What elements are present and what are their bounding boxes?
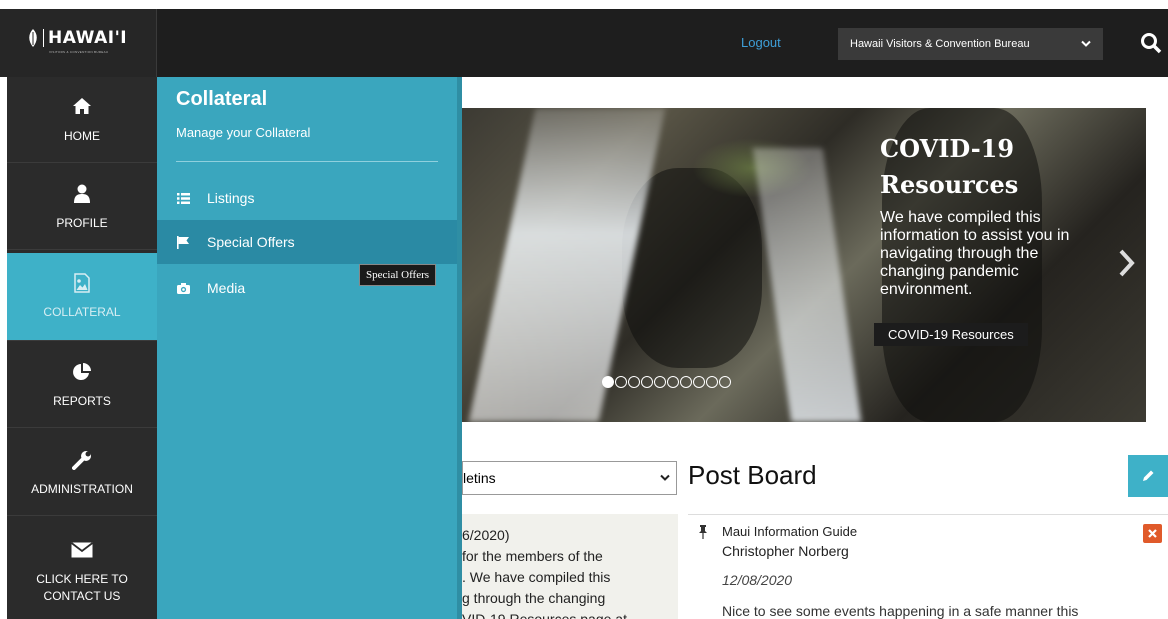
list-icon [176, 192, 190, 204]
sidebar-item-label: REPORTS [53, 394, 111, 408]
carousel-next-button[interactable] [1117, 248, 1137, 278]
sidebar-item-label: PROFILE [56, 216, 108, 230]
bulletin-select[interactable]: letins [462, 461, 677, 495]
hero-title-line-1: COVID-19 [880, 134, 1015, 163]
carousel-dot[interactable] [719, 376, 731, 388]
bulletin-card: 6/2020) for the members of the . We have… [462, 514, 678, 619]
carousel-dot[interactable] [706, 376, 718, 388]
tooltip: Special Offers [359, 264, 437, 286]
home-icon [73, 98, 91, 114]
leaf-icon [29, 29, 37, 47]
bulletin-line: . We have compiled this [462, 569, 611, 585]
sidebar-item-home[interactable]: HOME [7, 77, 157, 163]
flyout-subtitle: Manage your Collateral [176, 125, 311, 140]
hero-body-line: environment. [880, 281, 973, 298]
sidebar-item-label: CLICK HERE TO CONTACT US [7, 571, 157, 605]
carousel-dot[interactable] [628, 376, 640, 388]
post-board-title: Post Board [688, 460, 817, 490]
hero-title: COVID-19 Resources [880, 131, 1080, 203]
logout-link[interactable]: Logout [741, 35, 781, 50]
logo-area[interactable]: HAWAI'I VISITORS & CONVENTION BUREAU [0, 9, 157, 77]
sidebar-item-administration[interactable]: ADMINISTRATION [7, 430, 157, 516]
camera-icon [176, 282, 190, 294]
carousel-dot[interactable] [602, 376, 614, 388]
sidebar-item-label: COLLATERAL [43, 305, 121, 319]
carousel-dot[interactable] [667, 376, 679, 388]
wrench-icon [72, 451, 91, 470]
bulletin-line: VID-19 Resources page at [462, 611, 627, 619]
pie-chart-icon [73, 363, 91, 380]
logo[interactable]: HAWAI'I VISITORS & CONVENTION BUREAU [27, 29, 127, 54]
flyout-item-label: Special Offers [207, 234, 295, 250]
post-author: Christopher Norberg [722, 543, 849, 559]
carousel-dot[interactable] [680, 376, 692, 388]
logo-text: HAWAI'I [43, 29, 127, 47]
pin-icon [699, 525, 707, 539]
carousel-dot[interactable] [615, 376, 627, 388]
hero-title-line-2: Resources [880, 170, 1019, 199]
hero-caption: COVID-19 Resources We have compiled this… [866, 127, 1118, 353]
carousel-dot[interactable] [641, 376, 653, 388]
chevron-down-icon [1081, 40, 1091, 47]
contact-line-2: CONTACT US [43, 589, 121, 603]
flyout-item-label: Media [207, 280, 246, 296]
organization-select[interactable]: Hawaii Visitors & Convention Bureau [838, 28, 1103, 60]
delete-post-button[interactable] [1143, 524, 1162, 543]
sidebar-item-label: HOME [64, 129, 100, 143]
carousel-dot[interactable] [654, 376, 666, 388]
sidebar: HOME PROFILE COLLATERAL REPORTS ADMINIST… [7, 77, 157, 619]
chevron-right-icon [1119, 249, 1135, 277]
post-body: Nice to see some events happening in a s… [722, 603, 1079, 619]
carousel-dots [602, 376, 731, 388]
flag-icon [177, 235, 189, 249]
post-title[interactable]: Maui Information Guide [722, 524, 857, 539]
flyout-item-listings[interactable]: Listings [157, 176, 457, 220]
top-bar: HAWAI'I VISITORS & CONVENTION BUREAU Log… [0, 9, 1168, 77]
bulletin-line: g through the changing [462, 590, 606, 606]
hero-body: We have compiled this information to ass… [880, 209, 1110, 299]
logo-tagline: VISITORS & CONVENTION BUREAU [49, 50, 109, 54]
carousel-dot[interactable] [693, 376, 705, 388]
flyout-item-label: Listings [207, 190, 255, 206]
sidebar-item-profile[interactable]: PROFILE [7, 164, 157, 250]
hero-cta-button[interactable]: COVID-19 Resources [874, 323, 1028, 346]
hero-body-line: We have compiled this [880, 209, 1041, 226]
sidebar-item-reports[interactable]: REPORTS [7, 342, 157, 428]
flyout-item-special-offers[interactable]: Special Offers [157, 220, 457, 264]
search-icon [1141, 33, 1162, 54]
contact-line-1: CLICK HERE TO [36, 572, 128, 586]
close-icon [1148, 529, 1157, 538]
sidebar-item-contact-us[interactable]: CLICK HERE TO CONTACT US [7, 518, 157, 619]
chevron-down-icon [660, 474, 670, 481]
user-icon [74, 184, 90, 203]
pencil-icon [1143, 470, 1154, 481]
post-card: Maui Information Guide Christopher Norbe… [688, 514, 1168, 619]
search-button[interactable] [1140, 26, 1168, 60]
flyout-title: Collateral [176, 88, 268, 110]
hero-waterfall [752, 148, 862, 422]
edit-post-button[interactable] [1128, 455, 1168, 497]
hero-body-line: changing pandemic [880, 263, 1019, 280]
envelope-icon [71, 542, 93, 558]
hero-body-line: navigating through the [880, 245, 1039, 262]
collateral-flyout: Collateral Manage your Collateral Listin… [157, 77, 457, 619]
bulletin-line: 6/2020) [462, 527, 510, 543]
bulletin-line: for the members of the [462, 548, 603, 564]
image-icon [74, 273, 90, 293]
hero-body-line: information to assist you in [880, 227, 1070, 244]
post-date: 12/08/2020 [722, 572, 793, 588]
sidebar-item-label: ADMINISTRATION [31, 482, 133, 496]
organization-select-value: Hawaii Visitors & Convention Bureau [850, 38, 1030, 50]
sidebar-item-collateral[interactable]: COLLATERAL [7, 253, 157, 341]
flyout-divider [176, 161, 438, 162]
bulletin-select-value: letins [463, 470, 496, 486]
